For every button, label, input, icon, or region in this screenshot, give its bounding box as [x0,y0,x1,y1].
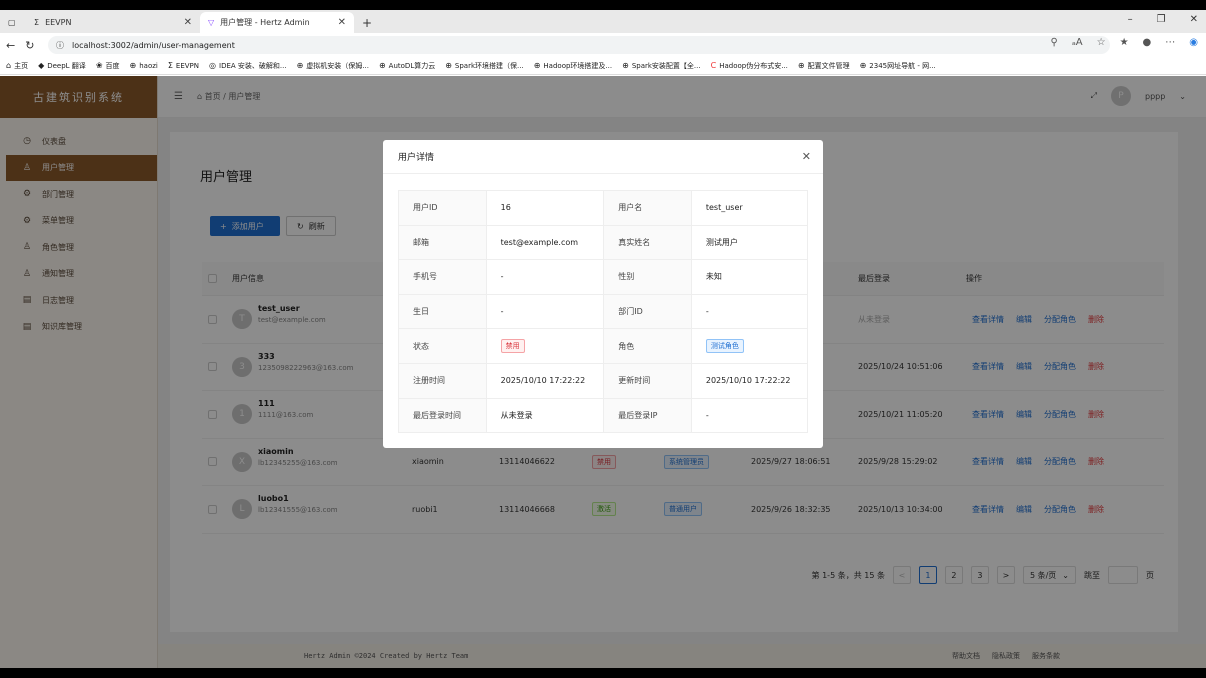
user-detail-modal: 用户详情 ✕ 用户ID 16 用户名 test_user 邮箱 test@example.… [383,140,823,448]
detail-value: - [485,259,605,295]
detail-label: 部门ID [603,293,692,330]
bookmark-11[interactable]: C Hadoop伪分布式安... [711,61,788,71]
bookmarks-bar: ⌂ 主页 ◆ DeepL 翻译 ❀ 百度 ⊕ haozi Σ EEVPN ◎ IDEA 安装… [0,57,1206,75]
detail-label: 状态 [398,328,487,364]
bookmark-5[interactable]: ◎ IDEA 安装、破解和... [209,61,287,71]
detail-label: 真实姓名 [603,224,692,261]
info-icon: ⓘ [56,40,64,50]
restore-icon[interactable]: ❐ [1157,14,1166,25]
detail-row: 生日 - 部门ID - [398,293,809,330]
detail-value: - [690,397,809,434]
bookmark-3[interactable]: ⊕ haozi [130,61,158,70]
detail-row: 用户ID 16 用户名 test_user [398,190,809,226]
address-bar-row: ← ↻ ⓘ localhost:3002/admin/user-manageme… [0,33,1206,57]
globe-icon: ⊕ [533,61,541,70]
new-tab-button[interactable]: + [354,12,380,33]
url-field[interactable]: ⓘ localhost:3002/admin/user-management [48,36,1110,54]
reload-icon[interactable]: ↻ [25,39,34,52]
detail-value: test@example.com [485,224,605,261]
globe-icon: ⊕ [378,61,386,70]
key-icon[interactable]: ⚲ [1051,37,1058,48]
globe-icon: ◎ [209,61,216,70]
detail-label: 最后登录IP [603,397,692,434]
favorites-icon[interactable]: ★ [1120,37,1129,48]
bookmark-7[interactable]: ⊕ AutoDL算力云 [379,61,435,71]
translate-icon[interactable]: ₐA [1072,37,1083,48]
detail-value: - [485,293,605,330]
back-icon[interactable]: ← [6,39,15,52]
globe-icon: ⊕ [296,61,304,70]
role-badge: 测试角色 [705,339,744,354]
detail-label: 注册时间 [398,362,487,399]
globe-icon: ⊕ [797,61,805,70]
detail-label: 用户名 [603,190,692,226]
detail-label: 角色 [603,328,692,364]
detail-label: 性别 [603,259,692,295]
detail-value: 测试角色 [690,328,809,364]
home-icon: ⌂ [6,61,12,70]
tab-eevpn[interactable]: Σ EEVPN ✕ [26,12,200,33]
status-badge: 禁用 [500,339,525,354]
detail-row: 邮箱 test@example.com 真实姓名 测试用户 [398,224,809,261]
detail-value: test_user [690,190,809,226]
detail-row: 最后登录时间 从未登录 最后登录IP - [398,397,809,434]
globe-icon: ⊕ [622,61,629,70]
close-window-icon[interactable]: ✕ [1190,14,1198,25]
more-icon[interactable]: ⋯ [1165,37,1175,48]
close-tab-icon[interactable]: ✕ [184,17,192,28]
detail-value: 16 [485,190,605,226]
bookmark-0[interactable]: ⌂ 主页 [6,61,28,71]
globe-icon: ⊕ [445,61,452,70]
detail-row: 手机号 - 性别 未知 [398,259,809,295]
tab-user-management[interactable]: ▽ 用户管理 - Hertz Admin ✕ [200,12,354,33]
close-tab-icon[interactable]: ✕ [338,17,346,28]
close-icon[interactable]: ✕ [802,150,811,163]
detail-row: 注册时间 2025/10/10 17:22:22 更新时间 2025/10/10 17… [398,362,809,399]
detail-value: 从未登录 [485,397,605,434]
sigma-icon: Σ [167,61,173,70]
deepl-icon: ◆ [38,61,45,70]
globe-icon: ⊕ [859,61,867,70]
detail-value: 禁用 [485,328,605,364]
bookmark-10[interactable]: ⊕ Spark安装配置【全... [622,61,701,71]
bookmark-12[interactable]: ⊕ 配置文件管理 [798,61,850,71]
bookmark-9[interactable]: ⊕ Hadoop环境搭建及... [534,61,612,71]
globe-icon: ⊕ [129,61,137,70]
bookmark-1[interactable]: ◆ DeepL 翻译 [38,61,86,71]
detail-value: 未知 [690,259,809,295]
browser-toolbar: ⚲ ₐA ☆ ★ ● ⋯ ◉ [1051,37,1199,48]
tab-actions-icon[interactable]: ▢ [0,12,26,33]
bookmark-4[interactable]: Σ EEVPN [168,61,199,70]
sigma-icon: Σ [34,18,40,27]
detail-label: 最后登录时间 [398,397,487,434]
minimize-icon[interactable]: – [1128,14,1133,25]
bookmark-8[interactable]: ⊕ Spark环境搭建（保... [445,61,524,71]
detail-label: 生日 [398,293,487,330]
browser-window: ▢ Σ EEVPN ✕ ▽ 用户管理 - Hertz Admin ✕ + – ❐… [0,10,1206,668]
profile-icon[interactable]: ● [1143,37,1152,48]
detail-label: 手机号 [398,259,487,295]
user-detail-table: 用户ID 16 用户名 test_user 邮箱 test@example.com 真实姓名… [398,190,809,434]
detail-value: 测试用户 [690,224,809,261]
detail-label: 邮箱 [398,224,487,261]
detail-label: 用户ID [398,190,487,226]
detail-value: 2025/10/10 17:22:22 [485,362,605,399]
bookmark-13[interactable]: ⊕ 2345网址导航 - 网... [860,61,936,71]
copilot-icon[interactable]: ◉ [1189,37,1198,48]
detail-label: 更新时间 [603,362,692,399]
baidu-icon: ❀ [95,61,103,70]
modal-title: 用户详情 [383,140,823,174]
bookmark-2[interactable]: ❀ 百度 [96,61,120,71]
detail-value: - [690,293,809,330]
detail-row: 状态 禁用 角色 测试角色 [398,328,809,364]
tab-bar: ▢ Σ EEVPN ✕ ▽ 用户管理 - Hertz Admin ✕ + – ❐… [0,10,1206,33]
vite-icon: ▽ [208,18,215,27]
detail-value: 2025/10/10 17:22:22 [690,362,809,399]
csdn-icon: C [710,61,717,70]
bookmark-6[interactable]: ⊕ 虚拟机安装（保姆... [297,61,369,71]
star-icon[interactable]: ☆ [1097,37,1106,48]
window-controls: – ❐ ✕ [1128,14,1198,25]
